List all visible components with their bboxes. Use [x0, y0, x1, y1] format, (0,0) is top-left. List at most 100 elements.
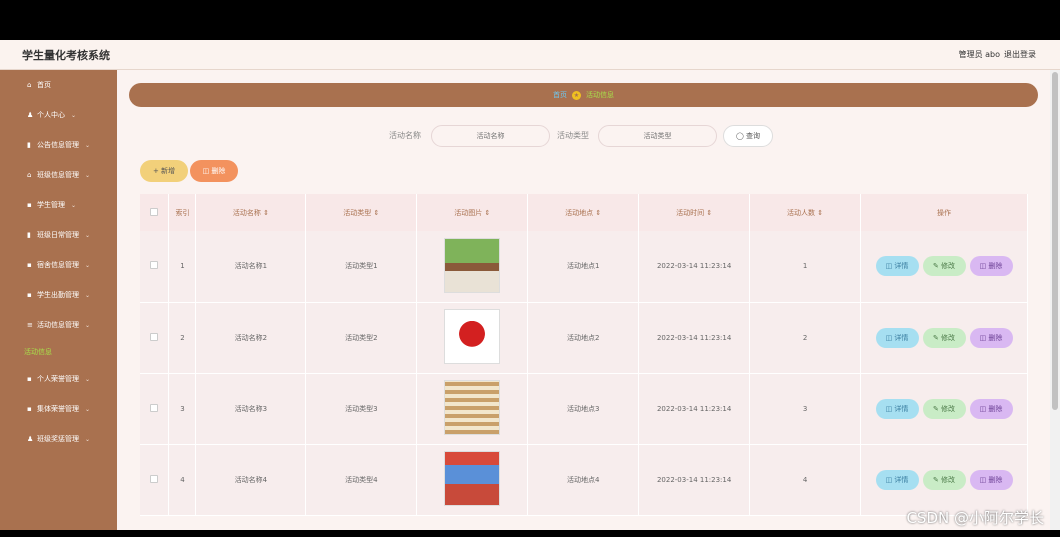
- activity-image[interactable]: [444, 451, 501, 506]
- sidebar-item-label: 个人荣誉管理: [37, 375, 79, 383]
- delete-button[interactable]: ◫ 删除: [190, 160, 238, 182]
- cell-name: 活动名称3: [195, 373, 307, 445]
- star-icon: ★: [572, 90, 581, 100]
- bank-icon: ⌂: [27, 171, 32, 179]
- edit-button[interactable]: ✎ 修改: [922, 256, 966, 277]
- logout-link[interactable]: 退出登录: [1004, 49, 1036, 60]
- breadcrumb-home[interactable]: 首页: [553, 90, 567, 100]
- sidebar-item[interactable]: ▪ 宿舍信息管理 ⌄: [0, 250, 117, 280]
- row-delete-button[interactable]: ◫ 删除: [969, 398, 1013, 419]
- cell-count: 3: [749, 373, 862, 445]
- chevron-down-icon: ⌄: [85, 291, 91, 299]
- activity-name-input[interactable]: [431, 125, 550, 147]
- cell-time: 2022-03-14 11:23:14: [638, 444, 751, 516]
- row-actions-cell: ◫ 详情 ✎ 修改 ◫ 删除: [860, 373, 1028, 445]
- sidebar-item[interactable]: ▪ 学生管理 ⌄: [0, 190, 117, 220]
- sidebar-item-label: 宿舍信息管理: [37, 261, 79, 269]
- row-delete-button[interactable]: ◫ 删除: [969, 469, 1013, 490]
- chevron-down-icon: ⌄: [85, 405, 91, 413]
- col-place[interactable]: 活动地点 ⇕: [527, 194, 640, 231]
- detail-button[interactable]: ◫ 详情: [875, 398, 919, 419]
- sidebar-subitem-activity[interactable]: 活动信息: [0, 340, 117, 364]
- table-row: 2 活动名称2 活动类型2 活动地点2 2022-03-14 11:23:14 2 ◫ 详情…: [140, 302, 1028, 374]
- row-actions-cell: ◫ 详情 ✎ 修改 ◫ 删除: [860, 231, 1028, 303]
- sidebar-item[interactable]: ♟ 个人中心 ⌄: [0, 100, 117, 130]
- cell-type: 活动类型1: [305, 231, 418, 303]
- row-delete-button[interactable]: ◫ 删除: [969, 327, 1013, 348]
- row-checkbox[interactable]: [150, 332, 159, 341]
- cell-place: 活动地点4: [527, 444, 640, 516]
- sidebar-item[interactable]: ▮ 公告信息管理 ⌄: [0, 130, 117, 160]
- sidebar-item[interactable]: ≡ 活动信息管理 ⌄: [0, 310, 117, 340]
- cell-name: 活动名称2: [195, 302, 307, 374]
- edit-button[interactable]: ✎ 修改: [922, 398, 966, 419]
- search-bar: 活动名称 活动类型 ◯ 查询: [117, 125, 1050, 147]
- activity-image[interactable]: [444, 309, 501, 364]
- col-type[interactable]: 活动类型 ⇕: [305, 194, 418, 231]
- chevron-down-icon: ⌄: [71, 201, 77, 209]
- sidebar-item-label: 班级日常管理: [37, 231, 79, 239]
- search-button[interactable]: ◯ 查询: [723, 125, 773, 147]
- cell-count: 1: [749, 231, 862, 303]
- activity-type-input[interactable]: [598, 125, 717, 147]
- sidebar-item[interactable]: ▮ 班级日常管理 ⌄: [0, 220, 117, 250]
- grid-icon: ▪: [27, 201, 32, 209]
- app-header: 学生量化考核系统 管理员 abo 退出登录: [0, 40, 1060, 70]
- sidebar-item[interactable]: ♟ 班级奖惩管理 ⌄: [0, 424, 117, 454]
- top-black-bar: [0, 0, 1060, 40]
- sidebar-item[interactable]: ▪ 个人荣誉管理 ⌄: [0, 364, 117, 394]
- grid-icon: ▪: [27, 291, 32, 299]
- col-image[interactable]: 活动图片 ⇕: [416, 194, 529, 231]
- row-checkbox[interactable]: [150, 474, 159, 483]
- cell-name: 活动名称4: [195, 444, 307, 516]
- cell-index: 3: [168, 373, 197, 445]
- col-time[interactable]: 活动时间 ⇕: [638, 194, 751, 231]
- chevron-down-icon: ⌄: [85, 141, 91, 149]
- activity-image-cell: [416, 444, 529, 516]
- scrollbar-thumb[interactable]: [1052, 72, 1058, 410]
- sidebar-item[interactable]: ⌂ 班级信息管理 ⌄: [0, 160, 117, 190]
- list-icon: ≡: [27, 321, 33, 329]
- detail-button[interactable]: ◫ 详情: [875, 327, 919, 348]
- row-checkbox[interactable]: [150, 261, 159, 270]
- main-content: 首页 ★ 活动信息 活动名称 活动类型 ◯ 查询 + 新增 ◫ 删除 索引 活动…: [117, 70, 1050, 530]
- edit-button[interactable]: ✎ 修改: [922, 469, 966, 490]
- chart-icon: ▮: [27, 231, 31, 239]
- table-row: 4 活动名称4 活动类型4 活动地点4 2022-03-14 11:23:14 4 ◫ 详情…: [140, 444, 1028, 516]
- select-all-checkbox[interactable]: [150, 207, 159, 216]
- cell-index: 1: [168, 231, 197, 303]
- cell-type: 活动类型3: [305, 373, 418, 445]
- chevron-down-icon: ⌄: [85, 261, 91, 269]
- cell-index: 4: [168, 444, 197, 516]
- sidebar-item[interactable]: ▪ 学生出勤管理 ⌄: [0, 280, 117, 310]
- grid-icon: ▪: [27, 405, 32, 413]
- sidebar-item[interactable]: ▪ 集体荣誉管理 ⌄: [0, 394, 117, 424]
- activity-image[interactable]: [444, 237, 501, 293]
- activity-table: 索引 活动名称 ⇕ 活动类型 ⇕ 活动图片 ⇕ 活动地点 ⇕ 活动时间 ⇕ 活动…: [140, 194, 1028, 516]
- sidebar-item-label: 活动信息管理: [37, 321, 79, 329]
- detail-button[interactable]: ◫ 详情: [875, 256, 919, 277]
- activity-image[interactable]: [444, 380, 501, 435]
- sidebar-item[interactable]: ⌂ 首页: [0, 70, 117, 100]
- detail-button[interactable]: ◫ 详情: [875, 469, 919, 490]
- col-name[interactable]: 活动名称 ⇕: [195, 194, 307, 231]
- row-select-cell: [140, 373, 170, 445]
- table-header-row: 索引 活动名称 ⇕ 活动类型 ⇕ 活动图片 ⇕ 活动地点 ⇕ 活动时间 ⇕ 活动…: [140, 194, 1028, 231]
- add-button[interactable]: + 新增: [140, 160, 188, 182]
- activity-image-cell: [416, 373, 529, 445]
- activity-type-label: 活动类型: [557, 131, 589, 140]
- sidebar-item-label: 学生管理: [37, 201, 65, 209]
- row-checkbox[interactable]: [150, 403, 159, 412]
- chevron-down-icon: ⌄: [85, 375, 91, 383]
- sidebar-item-label: 班级奖惩管理: [37, 435, 79, 443]
- sidebar-item-label: 班级信息管理: [37, 171, 79, 179]
- breadcrumb-current: 活动信息: [586, 91, 614, 99]
- edit-button[interactable]: ✎ 修改: [922, 327, 966, 348]
- row-delete-button[interactable]: ◫ 删除: [969, 256, 1013, 277]
- scrollbar[interactable]: [1050, 70, 1060, 530]
- col-count[interactable]: 活动人数 ⇕: [749, 194, 862, 231]
- sidebar: ⌂ 首页 ♟ 个人中心 ⌄ ▮ 公告信息管理 ⌄ ⌂ 班级信息管理 ⌄ ▪ 学生管理 ⌄ ▮ 班级日常管理 ⌄ ▪…: [0, 70, 117, 530]
- user-icon: ♟: [27, 435, 34, 443]
- chevron-down-icon: ⌄: [85, 231, 91, 239]
- cell-time: 2022-03-14 11:23:14: [638, 373, 751, 445]
